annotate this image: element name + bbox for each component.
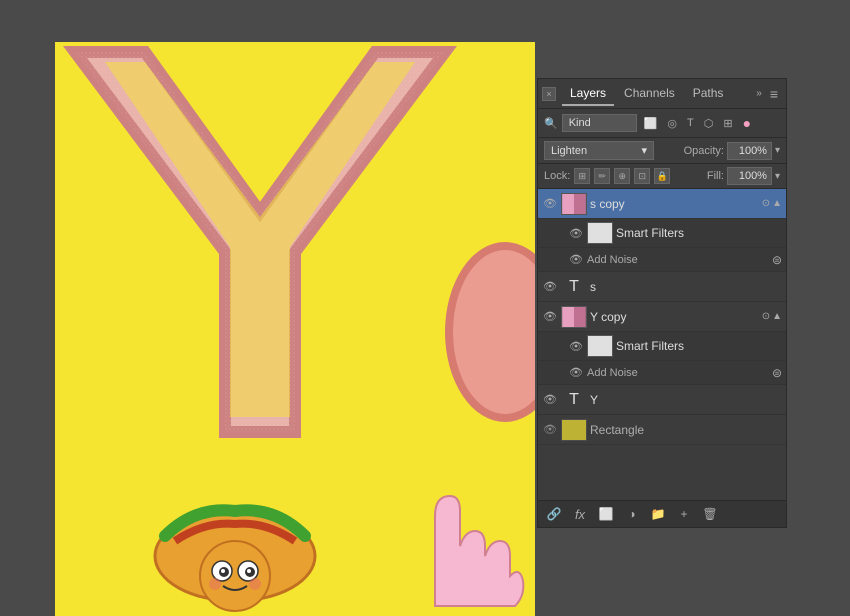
panel-tabs: Layers Channels Paths bbox=[562, 82, 752, 106]
noise-label-s: Add Noise bbox=[587, 254, 769, 266]
layer-mask-icon[interactable]: ⬜ bbox=[596, 505, 616, 523]
expand-arrow-s-copy[interactable]: ▲ bbox=[772, 198, 782, 209]
layer-name-rectangle: Rectangle bbox=[590, 423, 782, 437]
layer-y-copy-icons: ⊙ ▲ bbox=[762, 311, 782, 322]
fill-label: Fill: bbox=[707, 170, 724, 182]
layer-s[interactable]: 👁 T s bbox=[538, 272, 786, 302]
filter-adjustment-icon[interactable]: ◎ bbox=[664, 115, 680, 132]
adjustment-layer-icon[interactable]: ◑ bbox=[622, 505, 642, 523]
layer-y[interactable]: 👁 T Y bbox=[538, 385, 786, 415]
opacity-input[interactable]: 100% bbox=[727, 142, 772, 160]
wave-hand bbox=[405, 436, 525, 616]
panel-header: × Layers Channels Paths » ≡ bbox=[538, 79, 786, 109]
thumbnail-y-copy bbox=[561, 306, 587, 328]
panel-close-button[interactable]: × bbox=[542, 87, 556, 101]
eye-icon-sf-s[interactable]: 👁 bbox=[568, 225, 584, 241]
layer-name-sf-y: Smart Filters bbox=[616, 339, 782, 353]
eye-icon-noise-s[interactable]: 👁 bbox=[568, 252, 584, 268]
layer-rectangle[interactable]: 👁 Rectangle bbox=[538, 415, 786, 445]
filter-pixel-icon[interactable]: ⬜ bbox=[641, 115, 661, 132]
thumbnail-sf-s bbox=[587, 222, 613, 244]
filter-smart-icon[interactable]: ⊞ bbox=[720, 115, 735, 132]
panel-footer: 🔗 fx ⬜ ◑ 📁 + 🗑 bbox=[538, 500, 786, 527]
tab-paths[interactable]: Paths bbox=[685, 82, 732, 106]
layer-smart-filters-y: 👁 Smart Filters bbox=[538, 332, 786, 361]
filter-shape-icon[interactable]: ⬡ bbox=[701, 115, 717, 132]
eye-icon-y[interactable]: 👁 bbox=[542, 392, 558, 408]
layers-panel: × Layers Channels Paths » ≡ 🔍 Kind ⬜ ◎ T… bbox=[537, 78, 787, 528]
layer-noise-s[interactable]: 👁 Add Noise ⊜ bbox=[538, 248, 786, 272]
lock-pixel-icon[interactable]: ⊞ bbox=[574, 168, 590, 184]
layer-s-copy[interactable]: 👁 s copy ⊙ ▲ bbox=[538, 189, 786, 219]
eye-icon-rectangle[interactable]: 👁 bbox=[542, 422, 558, 438]
layer-name-y: Y bbox=[590, 393, 782, 407]
filter-search-icon: 🔍 bbox=[544, 117, 558, 130]
new-group-icon[interactable]: 📁 bbox=[648, 505, 668, 523]
tab-layers[interactable]: Layers bbox=[562, 82, 614, 106]
fill-chevron[interactable]: ▾ bbox=[775, 171, 780, 182]
lock-label: Lock: bbox=[544, 170, 570, 182]
noise-adjust-icon-s[interactable]: ⊜ bbox=[772, 253, 782, 267]
layer-s-copy-icons: ⊙ ▲ bbox=[762, 198, 782, 209]
fill-input[interactable]: 100% bbox=[727, 167, 772, 185]
lock-row: Lock: ⊞ ✏ ⊕ ⊡ 🔒 Fill: 100% ▾ bbox=[538, 164, 786, 189]
noise-label-y: Add Noise bbox=[587, 367, 769, 379]
fill-group: Fill: 100% ▾ bbox=[707, 167, 780, 185]
thumbnail-sf-y bbox=[587, 335, 613, 357]
filter-text-icon[interactable]: T bbox=[684, 115, 697, 131]
filter-kind-dropdown[interactable]: Kind bbox=[562, 114, 637, 132]
opacity-chevron[interactable]: ▾ bbox=[775, 145, 780, 156]
panel-collapse-icon[interactable]: » bbox=[752, 86, 766, 101]
expand-arrow-y-copy[interactable]: ▲ bbox=[772, 311, 782, 322]
layer-noise-y[interactable]: 👁 Add Noise ⊜ bbox=[538, 361, 786, 385]
lock-move-icon[interactable]: ⊕ bbox=[614, 168, 630, 184]
thumbnail-rectangle bbox=[561, 419, 587, 441]
lock-artboard-icon[interactable]: ⊡ bbox=[634, 168, 650, 184]
eye-icon-sf-y[interactable]: 👁 bbox=[568, 338, 584, 354]
taco-character bbox=[135, 436, 335, 616]
canvas-area: × Layers Channels Paths » ≡ 🔍 Kind ⬜ ◎ T… bbox=[0, 0, 850, 616]
layer-name-s: s bbox=[590, 280, 782, 294]
eye-icon-noise-y[interactable]: 👁 bbox=[568, 365, 584, 381]
tab-channels[interactable]: Channels bbox=[616, 82, 683, 106]
panel-menu-icon[interactable]: ≡ bbox=[766, 86, 782, 102]
blend-mode-dropdown[interactable]: Lighten ▾ bbox=[544, 141, 654, 160]
opacity-group: Opacity: 100% ▾ bbox=[684, 142, 780, 160]
blend-mode-row: Lighten ▾ Opacity: 100% ▾ bbox=[538, 138, 786, 164]
layers-list: 👁 s copy ⊙ ▲ 👁 Smar bbox=[538, 189, 786, 500]
layer-y-copy[interactable]: 👁 Y copy ⊙ ▲ bbox=[538, 302, 786, 332]
noise-adjust-icon-y[interactable]: ⊜ bbox=[772, 366, 782, 380]
link-layers-icon[interactable]: 🔗 bbox=[544, 505, 564, 523]
thumbnail-s-copy bbox=[561, 193, 587, 215]
eye-icon-s-copy[interactable]: 👁 bbox=[542, 196, 558, 212]
lock-paint-icon[interactable]: ✏ bbox=[594, 168, 610, 184]
layer-name-s-copy: s copy bbox=[590, 197, 759, 211]
eye-icon-s[interactable]: 👁 bbox=[542, 279, 558, 295]
eye-icon-y-copy[interactable]: 👁 bbox=[542, 309, 558, 325]
smart-filter-badge-y-copy: ⊙ bbox=[762, 311, 770, 322]
opacity-label: Opacity: bbox=[684, 145, 724, 157]
filter-color-dot[interactable]: ● bbox=[740, 113, 754, 133]
layer-name-sf-s: Smart Filters bbox=[616, 226, 782, 240]
layer-name-y-copy: Y copy bbox=[590, 310, 759, 324]
delete-layer-icon[interactable]: 🗑 bbox=[700, 505, 720, 523]
thumbnail-y: T bbox=[561, 389, 587, 411]
filter-row: 🔍 Kind ⬜ ◎ T ⬡ ⊞ ● bbox=[538, 109, 786, 138]
artwork-canvas bbox=[55, 42, 535, 616]
new-layer-icon[interactable]: + bbox=[674, 505, 694, 523]
layer-smart-filters-s: 👁 Smart Filters bbox=[538, 219, 786, 248]
smart-filter-badge-s-copy: ⊙ bbox=[762, 198, 770, 209]
lock-all-icon[interactable]: 🔒 bbox=[654, 168, 670, 184]
thumbnail-s: T bbox=[561, 276, 587, 298]
layer-effects-icon[interactable]: fx bbox=[570, 505, 590, 523]
